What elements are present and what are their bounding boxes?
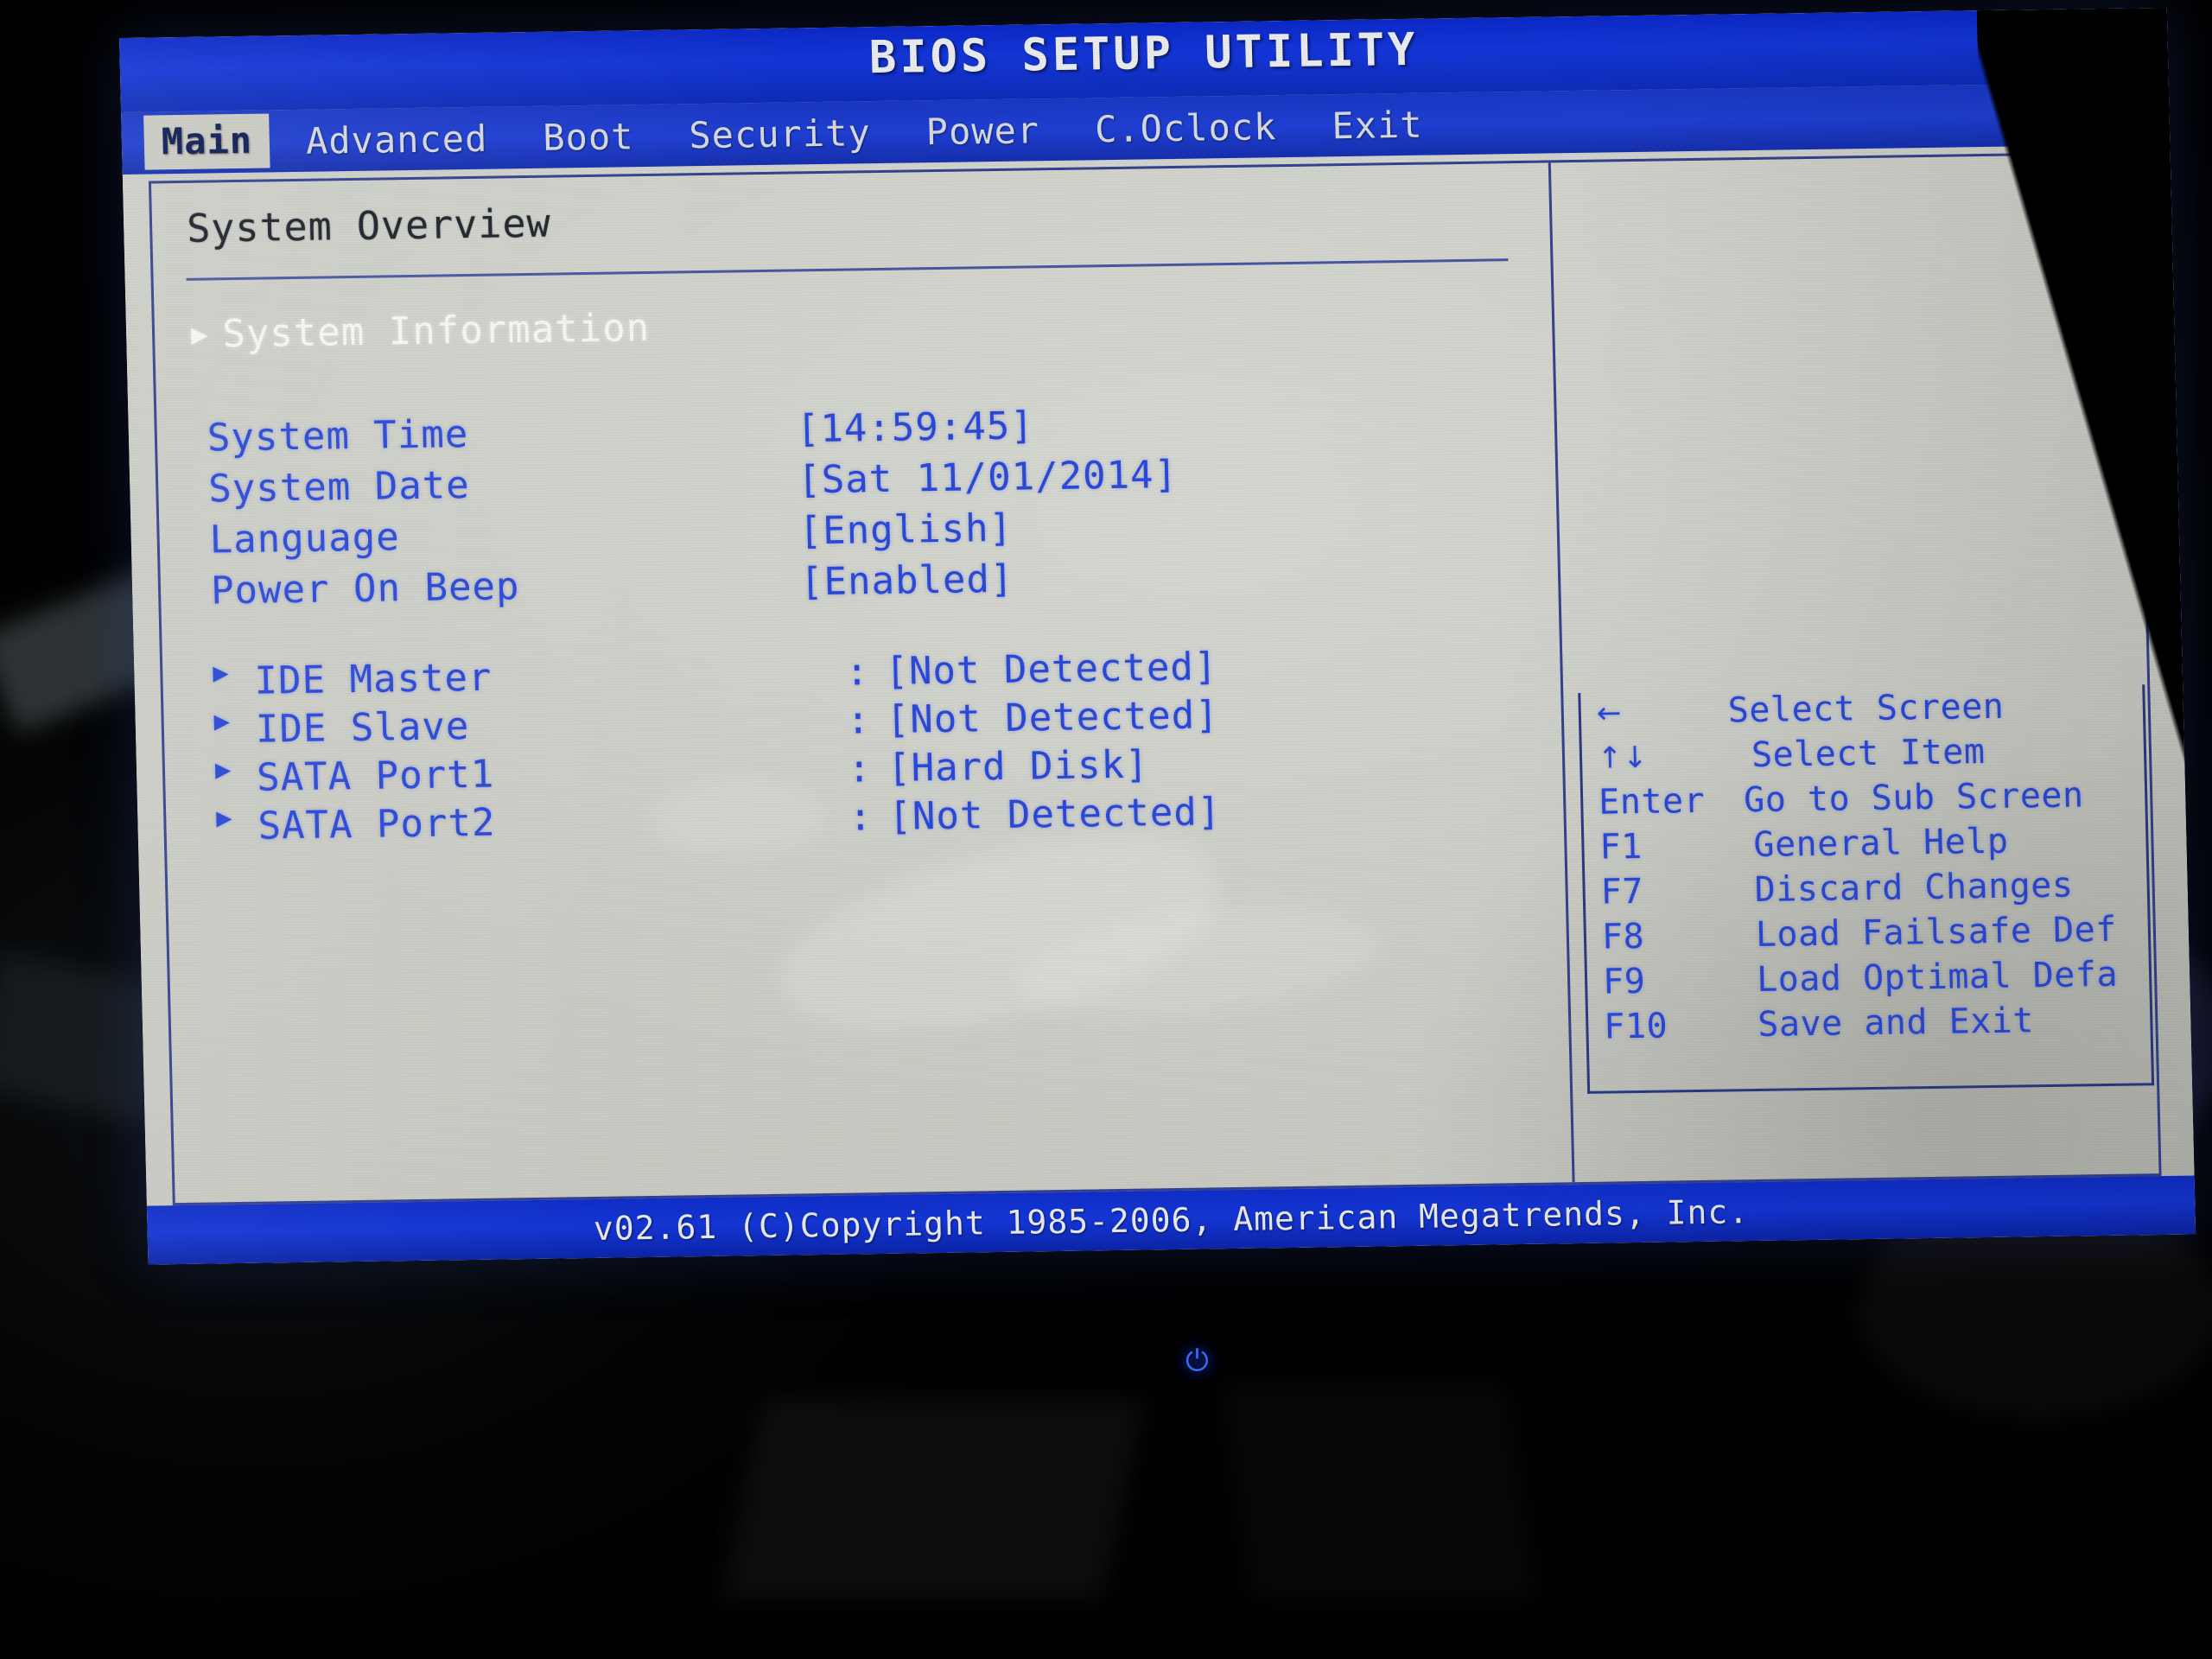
tab-main[interactable]: Main xyxy=(143,112,270,170)
legend-row-f8: F8 Load Failsafe Def xyxy=(1586,909,2148,963)
submenu-arrow-icon: ▶ xyxy=(213,706,232,737)
setting-value[interactable]: [Sat 11/01/2014] xyxy=(798,453,1179,503)
photo-scene: ⏻ BIOS SETUP UTILITY Main Advanced Boot … xyxy=(0,0,2212,1659)
drive-separator: : xyxy=(847,747,873,791)
tab-exit[interactable]: Exit xyxy=(1313,99,1442,150)
legend-row-enter: Enter Go to Sub Screen xyxy=(1583,774,2145,828)
drive-label: IDE Master xyxy=(253,655,493,703)
setting-value[interactable]: [Enabled] xyxy=(799,557,1014,605)
tab-power[interactable]: Power xyxy=(906,105,1059,156)
drive-separator: : xyxy=(844,650,870,695)
system-information-label: System Information xyxy=(221,305,651,357)
legend-row-f7: F7 Discard Changes xyxy=(1585,864,2147,918)
legend-row-f9: F9 Load Optimal Defa xyxy=(1587,954,2150,1007)
tab-advanced[interactable]: Advanced xyxy=(286,113,507,166)
copyright-text: v02.61 (C)Copyright 1985-2006, American … xyxy=(593,1192,1750,1249)
section-divider xyxy=(186,258,1509,281)
setting-label: System Time xyxy=(207,412,469,461)
tab-security[interactable]: Security xyxy=(670,107,891,160)
section-heading: System Overview xyxy=(186,200,552,251)
legend-row-select-item: ↑↓ Select Item xyxy=(1581,729,2144,783)
bezel-reflection xyxy=(1220,1382,1536,1599)
legend-key: F9 xyxy=(1602,961,1646,1002)
legend-desc: Save and Exit xyxy=(1757,1001,2035,1045)
submenu-arrow-icon: ▶ xyxy=(214,754,232,785)
settings-list: System Time [14:59:45] System Date [Sat … xyxy=(156,396,1558,620)
legend-key: F1 xyxy=(1599,826,1643,868)
tab-coclock[interactable]: C.Oclock xyxy=(1075,101,1296,154)
content-frame: System Overview ▶ System Information Syst… xyxy=(148,151,2164,1206)
drive-label: SATA Port1 xyxy=(256,752,495,800)
drive-value: [Not Detected] xyxy=(884,645,1218,694)
submenu-arrow-icon: ▶ xyxy=(215,803,233,834)
drive-label: IDE Slave xyxy=(255,704,470,752)
screen-smudge xyxy=(1011,889,1385,1037)
drive-label: SATA Port2 xyxy=(257,800,497,849)
submenu-arrow-icon: ▶ xyxy=(212,658,230,689)
legend-desc: Discard Changes xyxy=(1754,865,2074,911)
setting-value[interactable]: [English] xyxy=(798,506,1014,554)
drive-separator: : xyxy=(846,698,871,743)
legend-desc: Load Failsafe Def xyxy=(1755,909,2118,956)
tab-boot[interactable]: Boot xyxy=(524,111,653,162)
legend-key: F10 xyxy=(1603,1006,1669,1047)
setting-label: Power On Beep xyxy=(210,564,521,613)
help-pane: ← Select Screen ↑↓ Select Item Enter Go … xyxy=(1554,154,2164,1182)
legend-desc: Load Optimal Defa xyxy=(1756,954,2119,1001)
legend-desc: Select Screen xyxy=(1727,686,2005,731)
menu-item-system-information[interactable]: ▶ System Information xyxy=(191,306,651,357)
submenu-arrow-icon: ▶ xyxy=(190,317,209,351)
legend-row-f1: F1 General Help xyxy=(1584,819,2146,873)
main-pane: System Overview ▶ System Information Syst… xyxy=(150,162,1575,1204)
drive-value: [Not Detected] xyxy=(886,693,1220,742)
legend-desc: General Help xyxy=(1752,821,2009,866)
power-led-icon: ⏻ xyxy=(1185,1344,1209,1378)
legend-desc: Go to Sub Screen xyxy=(1743,775,2085,821)
drives-list: ▶ IDE Master : [Not Detected] ▶ IDE Slav… xyxy=(162,639,1564,854)
up-down-arrow-icon: ↑↓ xyxy=(1597,740,1649,776)
legend-key: Enter xyxy=(1598,780,1706,823)
monitor-screen: BIOS SETUP UTILITY Main Advanced Boot Se… xyxy=(119,7,2196,1265)
legend-desc: Select Item xyxy=(1751,732,1986,776)
legend-row-f10: F10 Save and Exit xyxy=(1588,999,2151,1052)
setting-value[interactable]: [14:59:45] xyxy=(796,404,1034,451)
drive-value: [Not Detected] xyxy=(887,790,1222,839)
legend-key: F7 xyxy=(1600,871,1644,912)
key-legend-box: ← Select Screen ↑↓ Select Item Enter Go … xyxy=(1578,684,2155,1094)
bezel-reflection xyxy=(721,1400,1145,1599)
page-title: BIOS SETUP UTILITY xyxy=(868,23,1420,85)
setting-label: System Date xyxy=(207,463,471,512)
legend-row-select-screen: ← Select Screen xyxy=(1580,684,2143,738)
left-arrow-icon: ← xyxy=(1596,696,1623,731)
screen-smudge xyxy=(762,812,1236,1059)
legend-key: F8 xyxy=(1601,916,1645,957)
setting-label: Language xyxy=(209,515,401,563)
drive-value: [Hard Disk] xyxy=(887,742,1150,791)
drive-separator: : xyxy=(848,795,874,840)
